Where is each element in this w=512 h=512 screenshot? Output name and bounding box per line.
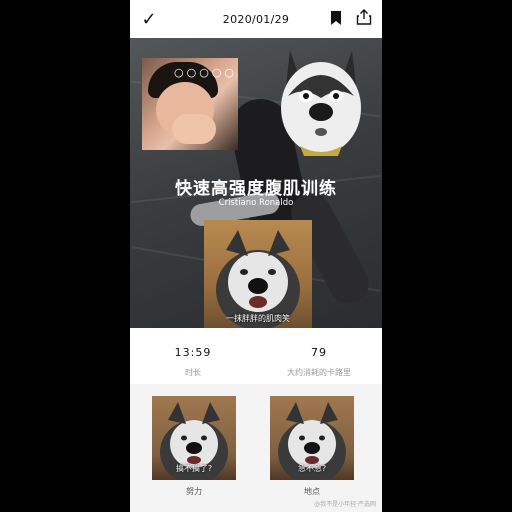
calories-label: 大约消耗的卡路里 bbox=[287, 368, 351, 377]
stat-duration: 13:59 时长 bbox=[130, 328, 256, 384]
kid-photo-sticker: ○○○○○ bbox=[142, 58, 238, 150]
exercise-card-effort[interactable]: 搞不搞了? bbox=[152, 396, 236, 480]
top-bar: ✓ 2020/01/29 bbox=[130, 0, 382, 38]
husky-photo-caption: 一抹胖胖的肌肉笑 bbox=[226, 314, 290, 323]
watermark: @我不是小年轻·严选网 bbox=[314, 501, 376, 508]
duration-label: 时长 bbox=[185, 368, 201, 377]
hero-image: ○○○○○ 快速高强度腹肌训练 Cristiano Ronaldo 一抹胖胖的肌… bbox=[130, 38, 382, 328]
calories-value: 79 bbox=[311, 346, 327, 359]
date-label: 2020/01/29 bbox=[222, 12, 290, 26]
duration-value: 13:59 bbox=[174, 346, 212, 359]
card-label-location: 地点 bbox=[304, 487, 320, 496]
bookmark-icon[interactable] bbox=[330, 10, 342, 29]
workout-title: 快速高强度腹肌训练 bbox=[175, 179, 337, 199]
husky-head-sticker bbox=[278, 46, 364, 156]
card-caption: 急不急? bbox=[297, 464, 327, 473]
phone-screen: ✓ 2020/01/29 ○○○○○ 快速高强度腹肌训练 Cristiano R… bbox=[130, 0, 382, 512]
checkmark-icon[interactable]: ✓ bbox=[136, 9, 162, 30]
share-icon[interactable] bbox=[356, 9, 372, 29]
husky-photo-sticker: 一抹胖胖的肌肉笑 bbox=[204, 220, 312, 328]
overlay-dots: ○○○○○ bbox=[174, 66, 237, 79]
exercise-cards: 搞不搞了? 努力 急不急? 地点 @我不是小年轻·严选网 bbox=[130, 384, 382, 512]
workout-author: Cristiano Ronaldo bbox=[218, 198, 294, 208]
exercise-card-location[interactable]: 急不急? bbox=[270, 396, 354, 480]
card-label-effort: 努力 bbox=[186, 487, 202, 496]
kid-hand bbox=[172, 114, 216, 144]
card-caption: 搞不搞了? bbox=[175, 464, 213, 473]
stats-row: 13:59 时长 79 大约消耗的卡路里 bbox=[130, 328, 382, 384]
stat-calories: 79 大约消耗的卡路里 bbox=[256, 328, 382, 384]
